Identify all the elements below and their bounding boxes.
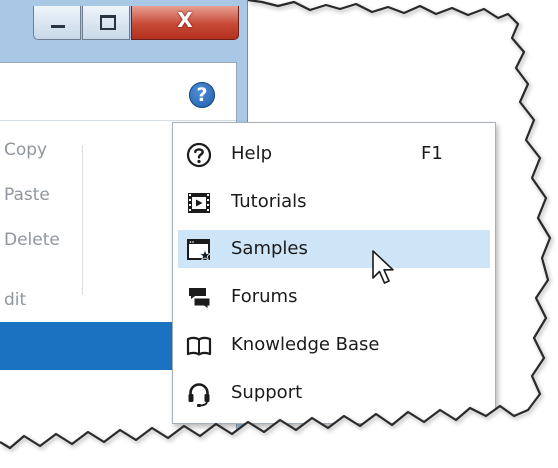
screenshot-canvas: X ? Copy Paste Delete dit Help F1 Tutori… <box>0 0 558 468</box>
torn-paper-edge <box>0 0 558 468</box>
